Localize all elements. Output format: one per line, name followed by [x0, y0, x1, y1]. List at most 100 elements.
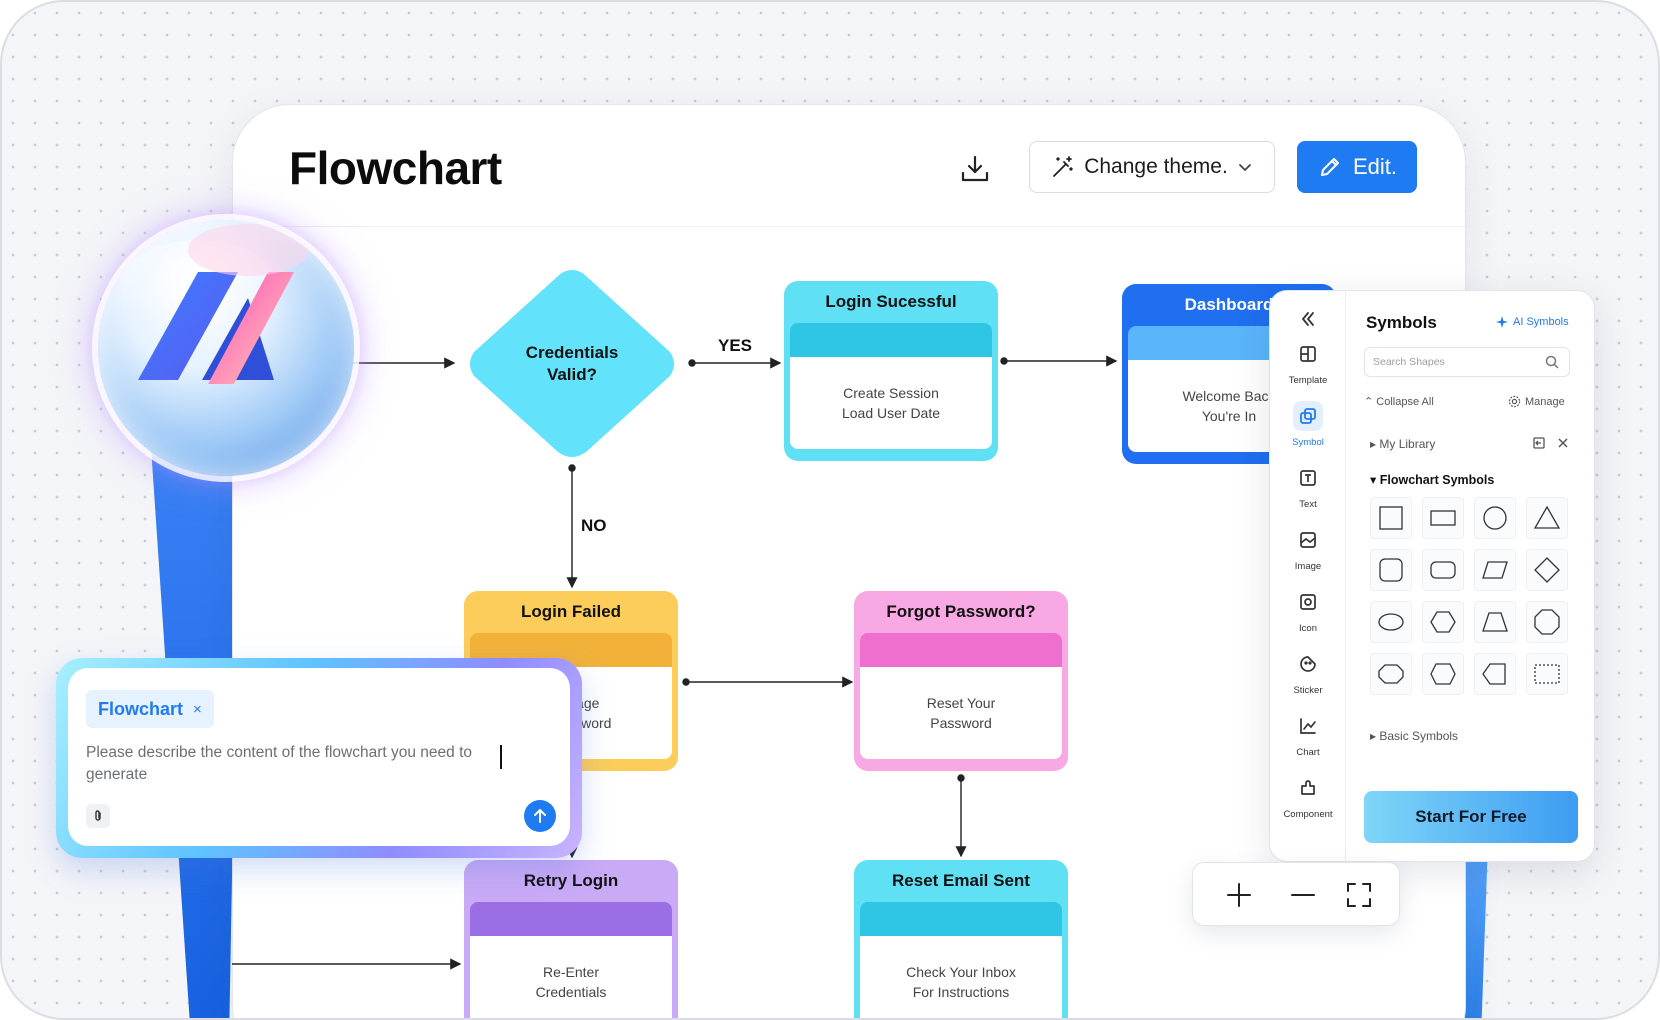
import-icon[interactable] — [1532, 436, 1546, 450]
decision-text-line1: Credentials — [525, 343, 619, 362]
rail-label-icon: Icon — [1299, 623, 1317, 634]
chart-icon — [1300, 718, 1316, 734]
edit-button[interactable]: Edit. — [1297, 141, 1417, 193]
node-text: Check Your Inbox — [906, 964, 1016, 980]
symbol-rectangle[interactable] — [1422, 497, 1464, 539]
fullscreen-icon — [1347, 883, 1371, 907]
node-body: Reset Your Password — [860, 667, 1062, 759]
rail-item-template[interactable]: Template — [1270, 339, 1346, 386]
node-title: Retry Login — [523, 871, 619, 890]
chip-close-icon[interactable]: × — [193, 701, 202, 718]
sticker-icon — [1300, 656, 1316, 672]
symbol-preparation[interactable] — [1422, 653, 1464, 695]
close-icon[interactable] — [1556, 436, 1570, 450]
node-retry-login[interactable]: Retry Login Re-Enter Credentials — [464, 860, 678, 1018]
node-login-successful[interactable]: Login Sucessful Create Session Load User… — [784, 281, 998, 461]
my-library-label: My Library — [1379, 437, 1436, 451]
pencil-icon — [1320, 158, 1339, 176]
library-actions — [1532, 436, 1570, 450]
ai-symbols-link[interactable]: AI Symbols — [1495, 315, 1569, 329]
symbol-terminator[interactable] — [1370, 653, 1412, 695]
symbol-display[interactable] — [1474, 653, 1516, 695]
symbol-octagon[interactable] — [1526, 601, 1568, 643]
symbols-panel: Template Symbol Text Image Icon Sticker — [1269, 290, 1595, 862]
arrow-up-icon — [534, 808, 546, 823]
node-band — [860, 902, 1062, 936]
symbol-dashed-rectangle[interactable] — [1526, 653, 1568, 695]
change-theme-button[interactable]: Change theme. — [1029, 141, 1275, 193]
rail-label-image: Image — [1294, 561, 1322, 572]
send-button[interactable] — [524, 800, 556, 832]
node-text: Create Session — [843, 385, 939, 401]
node-text: Re-Enter — [542, 964, 600, 980]
image-icon — [1300, 532, 1316, 548]
prompt-placeholder[interactable]: Please describe the content of the flowc… — [86, 742, 506, 786]
node-forgot-password[interactable]: Forgot Password? Reset Your Password — [854, 591, 1068, 771]
symbols-title: Symbols — [1366, 313, 1437, 332]
node-band — [470, 902, 672, 936]
rail-item-component[interactable]: Component — [1270, 773, 1346, 820]
node-reset-email-sent[interactable]: Reset Email Sent Check Your Inbox For In… — [854, 860, 1068, 1018]
node-text: Password — [930, 715, 992, 731]
minus-icon — [1291, 894, 1315, 896]
node-body: Re-Enter Credentials — [470, 936, 672, 1018]
app-stage: Flowchart Change theme. Edit. Credential… — [0, 0, 1660, 1020]
symbol-triangle[interactable] — [1526, 497, 1568, 539]
symbol-rounded-rectangle[interactable] — [1422, 549, 1464, 591]
node-text: Credentials — [535, 984, 607, 1000]
my-library-section[interactable]: ▸ My Library — [1370, 437, 1435, 451]
manage-button[interactable]: Manage — [1508, 395, 1565, 408]
zoom-in-button[interactable] — [1225, 881, 1253, 909]
collapse-all-button[interactable]: ⌃ Collapse All — [1364, 395, 1434, 408]
symbol-ellipse[interactable] — [1370, 601, 1412, 643]
rail-label-sticker: Sticker — [1293, 685, 1323, 696]
symbol-circle[interactable] — [1474, 497, 1516, 539]
collapse-rail-button[interactable] — [1270, 309, 1346, 329]
rail-item-sticker[interactable]: Sticker — [1270, 649, 1346, 696]
search-shapes-input[interactable]: Search Shapes — [1364, 347, 1570, 377]
symbol-icon — [1300, 408, 1316, 424]
rail-item-icon[interactable]: Icon — [1270, 587, 1346, 634]
magic-wand-icon — [1053, 156, 1074, 177]
node-text: Welcome Back — [1182, 388, 1276, 404]
rail-label-text: Text — [1299, 499, 1317, 510]
zoom-out-button[interactable] — [1289, 881, 1317, 909]
text-icon — [1300, 470, 1316, 486]
chip-label: Flowchart — [98, 698, 184, 719]
rail-item-chart[interactable]: Chart — [1270, 711, 1346, 758]
component-icon — [1301, 780, 1315, 795]
node-title: Login Failed — [520, 602, 622, 621]
decision-text-line2: Valid? — [546, 365, 598, 384]
fit-screen-button[interactable] — [1345, 881, 1373, 909]
rail-item-symbol[interactable]: Symbol — [1270, 401, 1346, 448]
rail-item-text[interactable]: Text — [1270, 463, 1346, 510]
flowchart-symbols-section[interactable]: ▾ Flowchart Symbols — [1370, 472, 1494, 487]
symbol-square[interactable] — [1370, 497, 1412, 539]
change-theme-label: Change theme. — [1084, 155, 1228, 178]
logo-mark-icon — [118, 224, 308, 384]
flowchart-chip: Flowchart × — [86, 690, 214, 728]
ai-symbols-label: AI Symbols — [1513, 316, 1569, 328]
symbol-parallelogram[interactable] — [1474, 549, 1516, 591]
edit-label: Edit. — [1352, 154, 1398, 179]
download-icon — [961, 155, 989, 182]
download-button[interactable] — [957, 151, 993, 187]
symbol-diamond[interactable] — [1526, 549, 1568, 591]
basic-symbols-label: Basic Symbols — [1379, 729, 1459, 743]
start-for-free-button[interactable]: Start For Free — [1364, 791, 1578, 843]
paperclip-icon — [95, 810, 101, 821]
ai-prompt-box[interactable]: Flowchart × Please describe the content … — [68, 668, 570, 846]
symbol-rounded-square[interactable] — [1370, 549, 1412, 591]
symbol-hexagon[interactable] — [1422, 601, 1464, 643]
attach-button[interactable] — [86, 804, 110, 828]
flowchart-symbols-label: Flowchart Symbols — [1379, 473, 1495, 487]
basic-symbols-section[interactable]: ▸ Basic Symbols — [1370, 729, 1458, 743]
double-chevron-left-icon — [1301, 312, 1314, 326]
page-title: Flowchart — [289, 142, 502, 194]
app-logo — [98, 220, 354, 476]
symbol-trapezoid[interactable] — [1474, 601, 1516, 643]
decision-credentials-valid[interactable]: Credentials Valid? — [462, 264, 682, 464]
node-title: Login Sucessful — [825, 292, 957, 311]
search-placeholder: Search Shapes — [1373, 356, 1445, 368]
rail-item-image[interactable]: Image — [1270, 525, 1346, 572]
